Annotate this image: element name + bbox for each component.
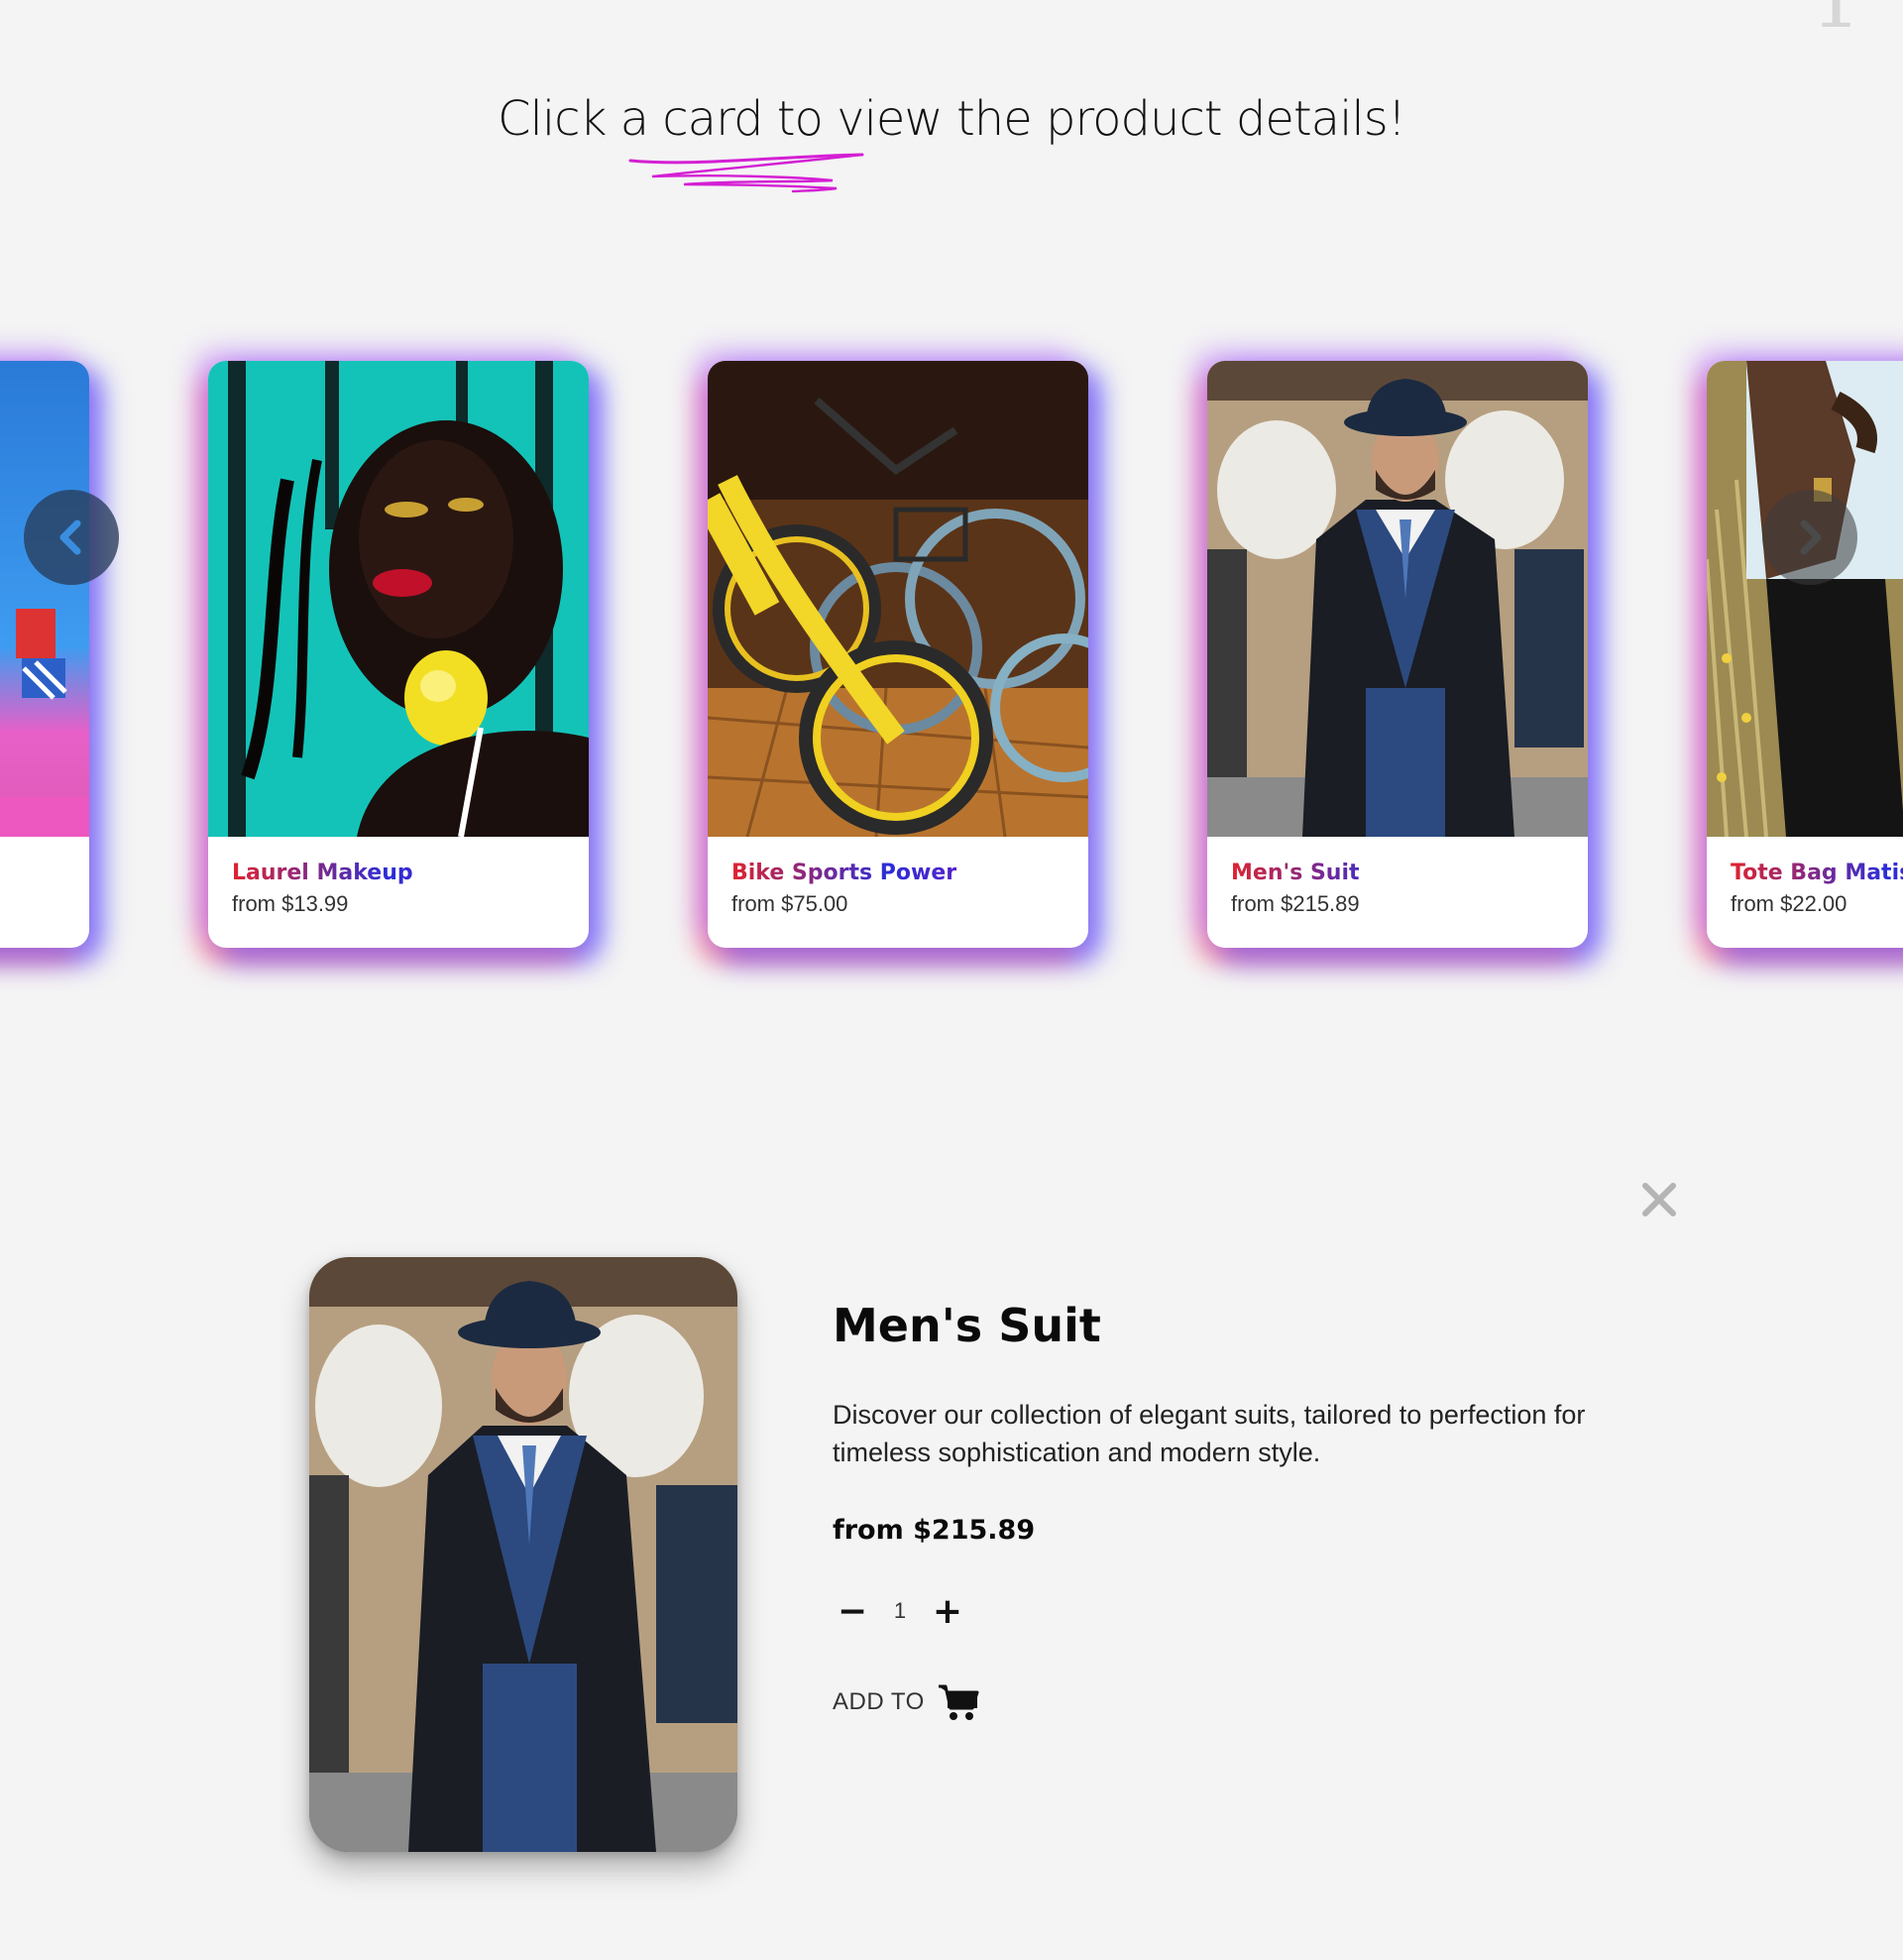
scribble-underline-icon [628,153,864,193]
product-page: 1 Click a card to view the product detai… [0,0,1903,1960]
quantity-value: 1 [893,1598,907,1623]
product-card-bike-sports-power[interactable]: Bike Sports Power from $75.00 [708,361,1088,948]
add-to-label: ADD TO [833,1688,925,1715]
quantity-decrease-button[interactable]: − [833,1591,872,1632]
close-icon[interactable] [1635,1176,1683,1223]
product-title: Men's Suit [833,1299,1101,1352]
shopping-cart-icon [938,1684,979,1720]
card-price: from $75.00 [731,891,848,916]
instruction-heading: Click a card to view the product details… [497,91,1406,147]
card-price: from $22.00 [1731,891,1847,916]
card-price: from $13.99 [232,891,349,916]
product-carousel: Laurel Makeup from $13.99 Bike Sports Po… [0,337,1903,991]
product-card-laurel-makeup[interactable]: Laurel Makeup from $13.99 [208,361,589,948]
card-image-toys [0,361,89,837]
product-description: Discover our collection of elegant suits… [833,1400,1586,1467]
chevron-left-icon [59,519,81,555]
quantity-increase-button[interactable]: + [928,1591,967,1632]
card-info: Men's Suit from $215.89 [1231,861,1578,917]
card-title: Laurel Makeup [232,861,579,885]
detail-image-mens-suit [309,1257,737,1852]
card-image-mens-suit [1207,361,1588,837]
product-detail: Men's Suit Discover our collection of el… [833,1299,1645,1722]
card-info: Tote Bag Matiss from $22.00 [1731,861,1903,917]
card-price: from $215.89 [1231,891,1360,916]
card-title: Tote Bag Matiss [1731,861,1903,885]
product-price: from $215.89 [833,1515,1036,1546]
carousel-next-button[interactable] [1762,490,1857,585]
card-title: Men's Suit [1231,861,1578,885]
card-info: Bike Sports Power from $75.00 [731,861,1078,917]
card-info: Laurel Makeup from $13.99 [232,861,579,917]
product-card-tote-bag-matiss[interactable]: Tote Bag Matiss from $22.00 [1707,361,1903,948]
card-title: Bike Sports Power [731,861,1078,885]
card-info [0,861,79,866]
card-image-bike-sports-power [708,361,1088,837]
add-to-cart-button[interactable]: ADD TO [833,1682,1645,1722]
card-image-tote-bag-matiss [1707,361,1903,837]
product-card-toys[interactable] [0,361,89,948]
chevron-right-icon [1800,519,1822,555]
card-image-laurel-makeup [208,361,589,837]
quantity-stepper: − 1 + [833,1591,1645,1632]
corner-glyph: 1 [1811,0,1861,40]
carousel-prev-button[interactable] [24,490,119,585]
product-card-mens-suit[interactable]: Men's Suit from $215.89 [1207,361,1588,948]
